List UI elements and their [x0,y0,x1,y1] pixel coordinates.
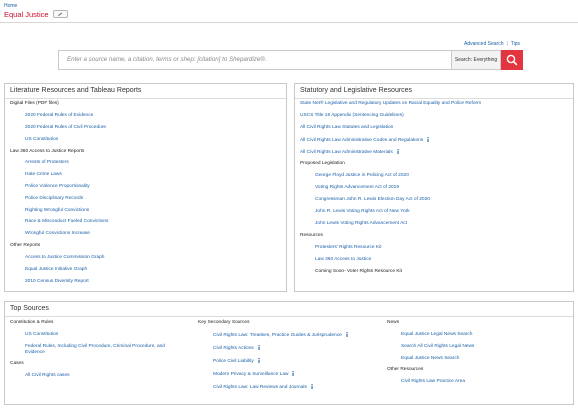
list-link[interactable]: Congressman John R. Lewis Election Day A… [315,197,430,203]
info-icon[interactable] [257,345,261,350]
advanced-search-link[interactable]: Advanced Search [464,41,503,47]
list-link[interactable]: Modern Privacy & Surveillance Law [213,372,288,377]
list-link[interactable]: US Constitution [25,332,58,338]
list-row: Civil Rights Law: Law Reviews and Journa… [213,384,314,391]
list-link[interactable]: Access to Justice Commission Graph [25,255,104,261]
search-input[interactable]: Enter a source name, a citation, terms o… [58,50,451,70]
list-link[interactable]: Law 360 Access to Justice [315,257,371,263]
list-link[interactable]: Hate Crime Laws [25,172,62,178]
search-bar: Enter a source name, a citation, terms o… [58,50,523,70]
top-sources-panel: Top Sources Constitution & Rules US Cons… [4,301,574,405]
info-icon[interactable] [426,137,430,142]
group-heading: Law 360 Access to Justice Reports [10,149,85,154]
page-title: Equal Justice [4,10,49,19]
list-link[interactable]: 2020 Federal Rules of Evidence [25,113,93,119]
list-link[interactable]: Righting Wrongful Convictions [25,208,89,214]
list-link[interactable]: Police Violence Proportionality [25,184,90,190]
list-link[interactable]: Civil Rights Law Practice Area [401,379,465,385]
list-row: Civil Rights Law: Treatises, Practice Gu… [213,332,349,339]
list-link[interactable]: Police Civil Liability [213,359,254,364]
list-link[interactable]: All Civil Rights Law Administrative Code… [300,138,423,143]
list-link[interactable]: Protesters' Rights Resource Kit [315,245,382,251]
list-link[interactable]: All Civil Rights Law Statutes and Legisl… [300,125,393,131]
list-link[interactable]: Equal Justice Legal News Search [401,332,472,338]
group-heading: News [387,320,399,325]
group-heading: Key Secondary Sources [198,320,250,325]
info-icon[interactable] [396,149,400,154]
list-link[interactable]: Race & Misconduct Fueled Convictions [25,219,108,225]
literature-panel: Literature Resources and Tableau Reports… [4,83,287,292]
edit-title-button[interactable] [53,10,68,18]
list-link[interactable]: Wrongful Convictions Increase [25,231,90,237]
list-link[interactable]: Voting Rights Advancement Act of 2019 [315,185,399,191]
group-heading: Constitution & Rules [10,320,54,325]
list-row: All Civil Rights Law Administrative Mate… [300,149,400,156]
list-link[interactable]: Search All Civil Rights Legal News [401,344,474,350]
list-row: Police Civil Liability [213,358,261,365]
list-link[interactable]: Civil Rights Actions [213,346,254,351]
list-link[interactable]: Equal Justice Initiative Graph [25,267,87,273]
list-link[interactable]: USCS Title 18 Appendix (Sentencing Guide… [300,113,404,119]
list-link[interactable]: US Constitution [25,137,58,143]
list-link[interactable]: State Net® Legislative and Regulatory Up… [300,101,481,107]
group-heading: Resources [300,233,323,238]
statutory-panel: Statutory and Legislative Resources Stat… [294,83,574,292]
list-link[interactable]: All Civil Rights Law Administrative Mate… [300,150,393,155]
search-scope-select[interactable]: Search: Everything [451,50,501,70]
literature-panel-title: Literature Resources and Tableau Reports [5,84,286,99]
header-links: Advanced Search | Tips [464,41,520,47]
list-link[interactable]: John R. Lewis Voting Rights Act of New Y… [315,209,410,215]
group-heading: Digital Files (PDF files) [10,101,59,106]
list-row: Civil Rights Actions [213,345,261,352]
header-link-separator: | [506,41,508,47]
info-icon[interactable] [291,371,295,376]
info-icon[interactable] [310,384,314,389]
list-link[interactable]: Arrests of Protesters [25,160,69,166]
list-link[interactable]: George Floyd Justice in Policing Act of … [315,173,409,179]
list-link[interactable]: 2020 Federal Rules of Civil Procedure [25,125,106,131]
info-icon[interactable] [345,332,349,337]
coming-soon-label: Coming Soon- Voter Rights Resource Kit [315,269,402,274]
header-divider [0,22,578,23]
group-heading: Proposed Legislation [300,161,345,166]
group-heading: Cases [10,361,24,366]
list-link[interactable]: Equal Justice News Search [401,356,459,362]
list-link[interactable]: John Lewis Voting Rights Advancement Act [315,221,407,227]
list-link[interactable]: Civil Rights Law: Treatises, Practice Gu… [213,333,342,338]
list-link[interactable]: Federal Rules, Including Civil Procedure… [25,344,165,350]
search-button[interactable] [501,50,523,70]
list-link[interactable]: Police Disciplinary Records [25,196,83,202]
info-icon[interactable] [257,358,261,363]
pencil-icon [58,12,63,16]
list-link[interactable]: 2010 Census Diversity Report [25,279,89,285]
top-sources-title: Top Sources [5,302,573,317]
breadcrumb-home[interactable]: Home [4,3,17,9]
search-icon [506,54,518,66]
list-row: All Civil Rights Law Administrative Code… [300,137,430,144]
list-link[interactable]: Evidence [25,350,45,356]
list-link[interactable]: Civil Rights Law: Law Reviews and Journa… [213,385,307,390]
statutory-panel-title: Statutory and Legislative Resources [295,84,573,99]
tips-link[interactable]: Tips [511,41,520,47]
list-row: Modern Privacy & Surveillance Law [213,371,295,378]
group-heading: Other Reports [10,243,41,248]
group-heading: Other Resources [387,367,424,372]
list-link[interactable]: All Civil Rights cases [25,373,70,379]
